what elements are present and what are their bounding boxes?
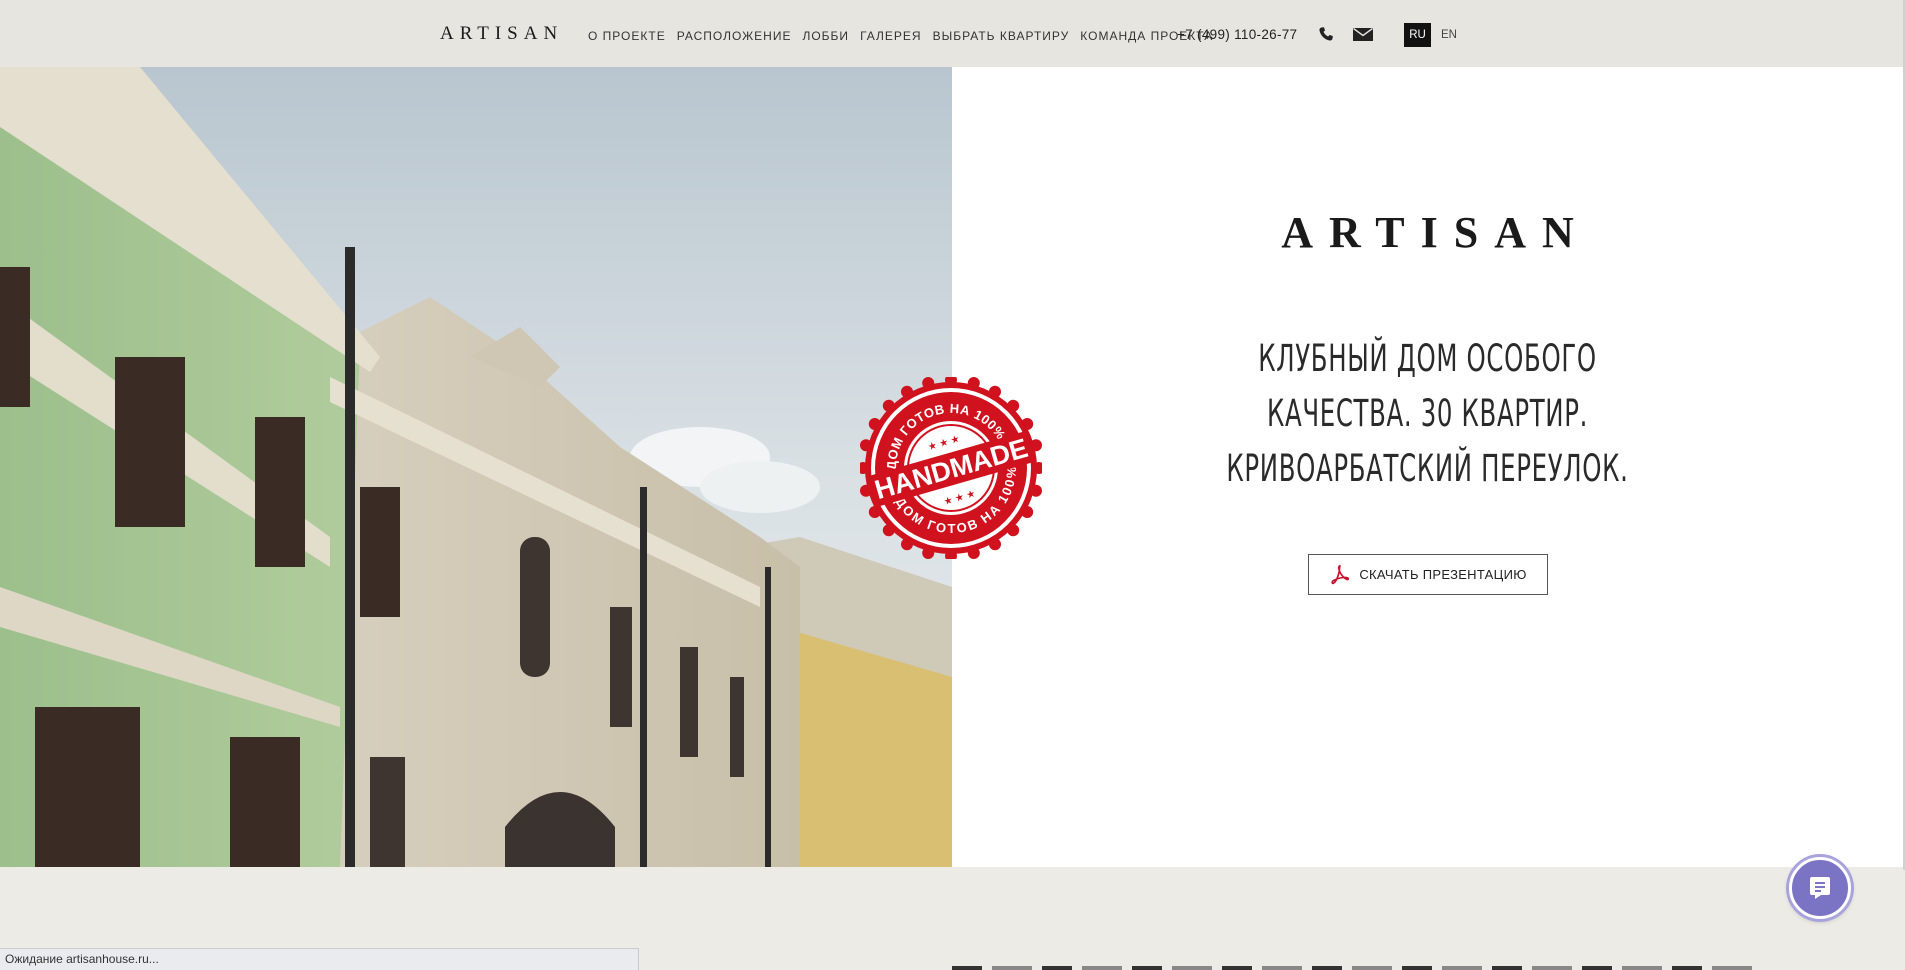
- site-header: ARTISAN О ПРОЕКТЕ РАСПОЛОЖЕНИЕ ЛОББИ ГАЛ…: [0, 0, 1905, 67]
- hero-panel: ARTISAN КЛУБНЫЙ ДОМ ОСОБОГО КАЧЕСТВА. 30…: [952, 67, 1903, 867]
- nav-choose-apartment[interactable]: ВЫБРАТЬ КВАРТИРУ: [933, 29, 1070, 43]
- pdf-icon: [1331, 564, 1350, 584]
- nav-location[interactable]: РАСПОЛОЖЕНИЕ: [677, 29, 792, 43]
- chat-icon: [1810, 877, 1830, 899]
- mail-icon[interactable]: [1353, 28, 1373, 41]
- handmade-stamp: ДОМ ГОТОВ НА 100% ДОМ ГОТОВ НА 100% HAND…: [860, 377, 1042, 559]
- nav-lobby[interactable]: ЛОББИ: [802, 29, 849, 43]
- nav-about[interactable]: О ПРОЕКТЕ: [588, 29, 666, 43]
- next-section-preview: [952, 966, 1752, 970]
- lang-en[interactable]: EN: [1437, 23, 1461, 47]
- phone-icon[interactable]: [1318, 26, 1334, 42]
- tagline-line-2: КАЧЕСТВА. 30 КВАРТИР.: [1266, 392, 1589, 435]
- chat-button[interactable]: [1789, 857, 1851, 919]
- main-nav: О ПРОЕКТЕ РАСПОЛОЖЕНИЕ ЛОББИ ГАЛЕРЕЯ ВЫБ…: [588, 29, 1213, 43]
- header-logo[interactable]: ARTISAN: [440, 23, 563, 45]
- browser-status-bar: Ожидание artisanhouse.ru...: [0, 948, 639, 970]
- hero-tagline: КЛУБНЫЙ ДОМ ОСОБОГО КАЧЕСТВА. 30 КВАРТИР…: [952, 331, 1903, 496]
- download-presentation-button[interactable]: СКАЧАТЬ ПРЕЗЕНТАЦИЮ: [1308, 554, 1548, 595]
- nav-gallery[interactable]: ГАЛЕРЕЯ: [860, 29, 922, 43]
- hero-logo: ARTISAN: [1281, 208, 1590, 257]
- tagline-line-1: КЛУБНЫЙ ДОМ ОСОБОГО: [1258, 337, 1597, 380]
- download-presentation-label: СКАЧАТЬ ПРЕЗЕНТАЦИЮ: [1359, 567, 1527, 582]
- building-photo: [0, 67, 952, 867]
- lang-ru[interactable]: RU: [1404, 23, 1431, 47]
- phone-number[interactable]: +7 (499) 110-26-77: [1177, 27, 1297, 42]
- tagline-line-3: КРИВОАРБАТСКИЙ ПЕРЕУЛОК.: [1226, 447, 1629, 490]
